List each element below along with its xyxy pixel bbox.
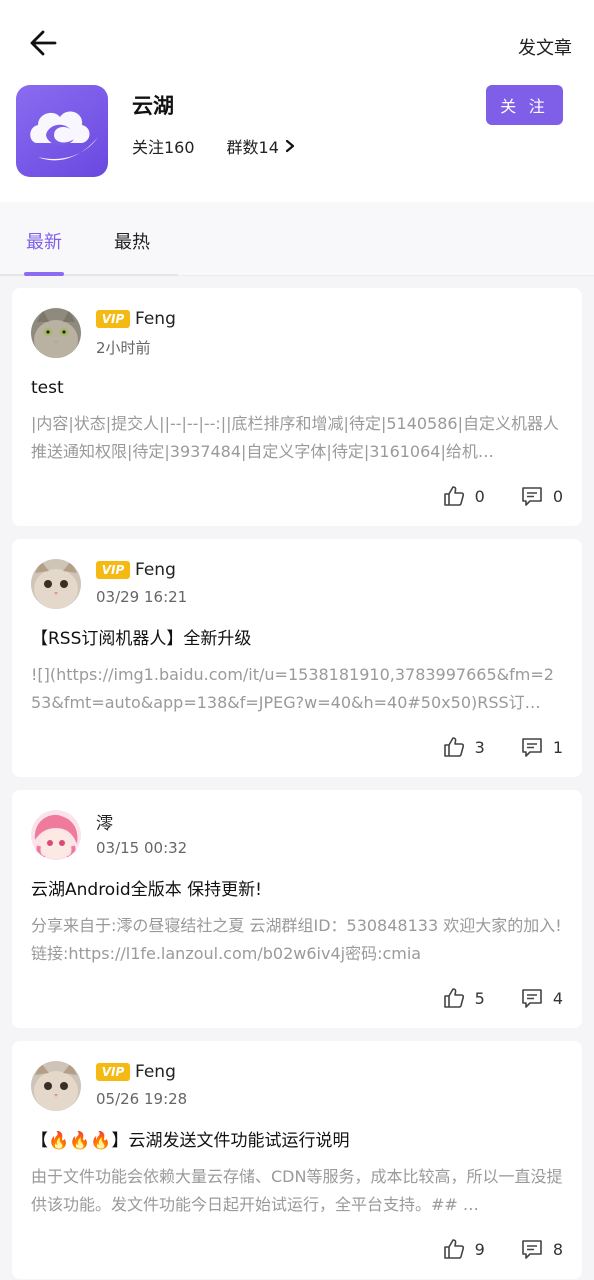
post-time: 05/26 19:28 — [96, 1090, 188, 1108]
chevron-right-icon — [285, 139, 295, 153]
like-button[interactable]: 3 — [443, 736, 485, 758]
post-card[interactable]: VIP Feng 05/26 19:28 【🔥🔥🔥】云湖发送文件功能试运行说明 … — [12, 1041, 582, 1279]
comment-icon — [521, 736, 543, 758]
comment-button[interactable]: 1 — [521, 736, 563, 758]
thumbs-up-icon — [443, 485, 465, 507]
post-time: 2小时前 — [96, 339, 151, 357]
post-header: 澪 03/15 00:32 — [31, 810, 563, 862]
post-header: VIP Feng 05/26 19:28 — [31, 1061, 563, 1113]
comment-count: 0 — [552, 486, 563, 506]
post-title[interactable]: test — [31, 376, 563, 400]
post-header: VIP Feng 03/29 16:21 — [31, 559, 563, 611]
group-logo — [16, 85, 108, 177]
author-info: VIP Feng 2小时前 — [96, 308, 176, 358]
post-body[interactable]: ![](https://img1.baidu.com/it/u=15381819… — [31, 661, 563, 717]
group-name: 云湖 — [132, 94, 174, 118]
post-actions: 3 1 — [31, 717, 563, 777]
arrow-left-icon — [30, 30, 57, 56]
thumbs-up-icon — [443, 736, 465, 758]
post-body[interactable]: |内容|状态|提交人||--|--|--:||底栏排序和增减|待定|514058… — [31, 410, 563, 466]
comment-count: 1 — [552, 737, 563, 757]
vip-badge: VIP — [96, 561, 130, 579]
group-count-label: 群数14 — [226, 138, 279, 157]
author-line: 澪 — [96, 809, 187, 834]
group-stats: 关注160 群数14 — [132, 134, 295, 158]
like-button[interactable]: 0 — [443, 485, 485, 507]
post-card[interactable]: 澪 03/15 00:32 云湖Android全版本 保持更新! 分享来自于:澪… — [12, 790, 582, 1028]
author-line: VIP Feng — [96, 308, 176, 330]
comment-button[interactable]: 8 — [521, 1238, 563, 1260]
like-count: 3 — [474, 737, 485, 757]
post-card[interactable]: VIP Feng 2小时前 test |内容|状态|提交人||--|--|--:… — [12, 288, 582, 526]
like-count: 0 — [474, 486, 485, 506]
comment-icon — [521, 987, 543, 1009]
follow-button[interactable]: 关 注 — [486, 85, 563, 125]
like-count: 9 — [474, 1239, 485, 1259]
following-count[interactable]: 关注160 — [132, 134, 195, 158]
post-title[interactable]: 【🔥🔥🔥】云湖发送文件功能试运行说明 — [31, 1129, 563, 1153]
author-name[interactable]: Feng — [135, 1062, 176, 1082]
author-name[interactable]: Feng — [135, 309, 176, 329]
avatar[interactable] — [31, 559, 81, 609]
post-actions: 5 4 — [31, 968, 563, 1028]
comment-button[interactable]: 4 — [521, 987, 563, 1009]
author-info: VIP Feng 03/29 16:21 — [96, 559, 187, 606]
author-name[interactable]: Feng — [135, 560, 176, 580]
cloud-logo-icon — [30, 111, 98, 161]
post-actions: 0 0 — [31, 466, 563, 526]
author-name[interactable]: 澪 — [96, 809, 113, 834]
post-title[interactable]: 【RSS订阅机器人】全新升级 — [31, 627, 563, 651]
post-header: VIP Feng 2小时前 — [31, 308, 563, 360]
author-info: VIP Feng 05/26 19:28 — [96, 1061, 187, 1108]
comment-icon — [521, 485, 543, 507]
tab-latest[interactable]: 最新 — [26, 228, 62, 254]
avatar[interactable] — [31, 810, 81, 860]
author-line: VIP Feng — [96, 1061, 187, 1083]
comment-count: 8 — [552, 1239, 563, 1259]
like-button[interactable]: 5 — [443, 987, 485, 1009]
like-button[interactable]: 9 — [443, 1238, 485, 1260]
comment-button[interactable]: 0 — [521, 485, 563, 507]
group-header: 发文章 云湖 关注160 群数14 关 注 — [0, 0, 594, 202]
post-time: 03/15 00:32 — [96, 839, 188, 857]
thumbs-up-icon — [443, 987, 465, 1009]
post-time: 03/29 16:21 — [96, 588, 188, 606]
group-count[interactable]: 群数14 — [227, 134, 295, 158]
comment-icon — [521, 1238, 543, 1260]
thumbs-up-icon — [443, 1238, 465, 1260]
back-button[interactable] — [26, 26, 60, 60]
post-feed: VIP Feng 2小时前 test |内容|状态|提交人||--|--|--:… — [12, 288, 582, 1280]
post-article-button[interactable]: 发文章 — [518, 34, 572, 60]
post-body[interactable]: 由于文件功能会依赖大量云存储、CDN等服务，成本比较高，所以一直没提供该功能。发… — [31, 1163, 563, 1219]
comment-count: 4 — [552, 988, 563, 1008]
author-info: 澪 03/15 00:32 — [96, 809, 188, 858]
feed-tabs: 最新 最热 — [0, 202, 594, 276]
post-title[interactable]: 云湖Android全版本 保持更新! — [31, 878, 563, 902]
tab-hot[interactable]: 最热 — [114, 228, 150, 254]
author-line: VIP Feng — [96, 559, 187, 581]
like-count: 5 — [474, 988, 485, 1008]
post-card[interactable]: VIP Feng 03/29 16:21 【RSS订阅机器人】全新升级 ![](… — [12, 539, 582, 777]
vip-badge: VIP — [96, 1063, 130, 1081]
post-actions: 9 8 — [31, 1219, 563, 1279]
avatar[interactable] — [31, 1061, 81, 1111]
vip-badge: VIP — [96, 310, 130, 328]
tab-active-indicator — [24, 272, 64, 276]
avatar[interactable] — [31, 308, 81, 358]
post-body[interactable]: 分享来自于:澪の昼寝结社之夏 云湖群组ID：530848133 欢迎大家的加入!… — [31, 912, 563, 968]
